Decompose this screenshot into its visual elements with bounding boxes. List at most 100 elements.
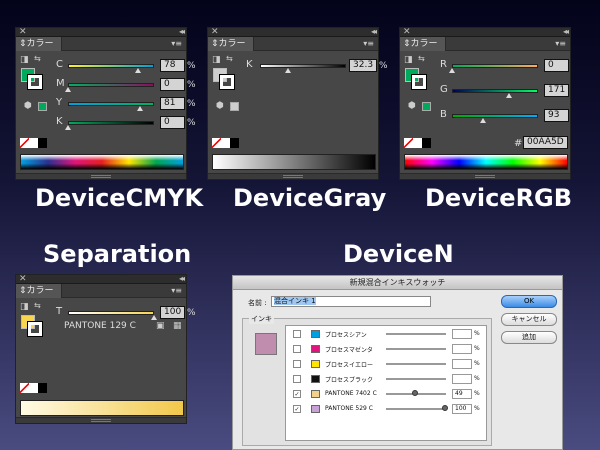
slider-m-thumb[interactable] xyxy=(65,87,71,92)
add-button[interactable]: 追加 xyxy=(501,331,557,344)
value-m[interactable]: 0 xyxy=(160,78,185,91)
none-white-black-swatches[interactable] xyxy=(20,383,48,393)
black-swatch[interactable] xyxy=(38,138,47,148)
white-swatch[interactable] xyxy=(413,138,422,148)
slider-y-thumb[interactable] xyxy=(137,106,143,111)
none-swatch[interactable] xyxy=(404,138,413,148)
ink-row-cyan[interactable]: プロセスシアン % xyxy=(286,328,486,341)
tint-ramp[interactable] xyxy=(20,400,184,416)
white-swatch[interactable] xyxy=(29,138,38,148)
none-swatch[interactable] xyxy=(20,383,29,393)
slider-b-thumb[interactable] xyxy=(480,118,486,123)
panel-menu-icon[interactable]: ▾≡ xyxy=(363,37,374,51)
gamut-swatch[interactable] xyxy=(422,102,431,111)
name-input[interactable]: 混合インキ 1 xyxy=(271,296,431,307)
ink-row-magenta[interactable]: プロセスマゼンタ % xyxy=(286,343,486,356)
tint-slider-thumb[interactable] xyxy=(151,315,157,320)
stroke-swatch[interactable] xyxy=(27,74,43,90)
panel-menu-icon[interactable]: ▾≡ xyxy=(171,37,182,51)
gamut-swatch[interactable] xyxy=(38,102,47,111)
slider-m[interactable] xyxy=(68,83,154,87)
tab-color[interactable]: ⇕カラー xyxy=(400,37,446,51)
rgb-spectrum-ramp[interactable] xyxy=(404,154,568,170)
ink-row-pantone-529[interactable]: ✓ PANTONE 529 C 100 % xyxy=(286,403,486,416)
value-g[interactable]: 171 xyxy=(544,84,569,97)
panel-menu-icon[interactable]: ▾≡ xyxy=(171,284,182,298)
ink-checkbox[interactable] xyxy=(293,375,301,383)
stroke-swatch[interactable] xyxy=(411,74,427,90)
resize-grip[interactable] xyxy=(283,175,303,178)
gamut-swatch[interactable] xyxy=(230,102,239,111)
ink-list[interactable]: プロセスシアン % プロセスマゼンタ % プロセスイエロー % プロセスブラック… xyxy=(285,325,487,441)
swap-icon[interactable]: ⇆ xyxy=(34,54,41,63)
slider-r[interactable] xyxy=(452,64,538,68)
ink-value[interactable] xyxy=(452,374,472,384)
ink-value[interactable] xyxy=(452,329,472,339)
none-white-black-swatches[interactable] xyxy=(20,138,48,148)
ink-slider-thumb[interactable] xyxy=(412,390,418,396)
out-of-gamut-icon[interactable]: ⬢ xyxy=(216,101,224,111)
fill-stroke-swatch[interactable] xyxy=(18,65,44,91)
panel-menu-icon[interactable]: ▾≡ xyxy=(555,37,566,51)
resize-grip[interactable] xyxy=(91,175,111,178)
value-c[interactable]: 78 xyxy=(160,59,185,72)
none-white-black-swatches[interactable] xyxy=(212,138,240,148)
black-swatch[interactable] xyxy=(422,138,431,148)
slider-c[interactable] xyxy=(68,64,154,68)
value-b[interactable]: 93 xyxy=(544,109,569,122)
none-swatch[interactable] xyxy=(212,138,221,148)
panel-titlebar[interactable]: ✕ ◂◂ xyxy=(16,27,186,37)
ink-slider-thumb[interactable] xyxy=(442,405,448,411)
ink-value[interactable] xyxy=(452,344,472,354)
black-swatch[interactable] xyxy=(230,138,239,148)
white-swatch[interactable] xyxy=(221,138,230,148)
fill-stroke-swatch[interactable] xyxy=(210,65,236,91)
out-of-gamut-icon[interactable]: ⬢ xyxy=(408,101,416,111)
hex-value-field[interactable]: 00AA5D xyxy=(523,136,568,149)
none-swatch[interactable] xyxy=(20,138,29,148)
ink-slider[interactable] xyxy=(386,378,446,380)
ink-checkbox[interactable] xyxy=(293,330,301,338)
value-y[interactable]: 81 xyxy=(160,97,185,110)
black-swatch[interactable] xyxy=(38,383,47,393)
default-colors-icon[interactable]: ◨ xyxy=(212,55,221,65)
tab-color[interactable]: ⇕カラー xyxy=(16,37,62,51)
out-of-gamut-icon[interactable]: ⬢ xyxy=(24,101,32,111)
ink-row-black[interactable]: プロセスブラック % xyxy=(286,373,486,386)
slider-c-thumb[interactable] xyxy=(135,68,141,73)
ink-slider[interactable] xyxy=(386,333,446,335)
ink-checkbox[interactable] xyxy=(293,360,301,368)
none-white-black-swatches[interactable] xyxy=(404,138,432,148)
ink-slider[interactable] xyxy=(386,348,446,350)
ink-row-yellow[interactable]: プロセスイエロー % xyxy=(286,358,486,371)
value-k[interactable]: 32.3 xyxy=(349,59,377,72)
tint-slider[interactable] xyxy=(68,311,154,315)
tint-value[interactable]: 100 xyxy=(160,306,185,319)
cmyk-convert-icon[interactable]: ▣ xyxy=(156,321,165,331)
resize-grip[interactable] xyxy=(475,175,495,178)
ink-value[interactable]: 49 xyxy=(452,389,472,399)
tab-color[interactable]: ⇕カラー xyxy=(16,284,62,298)
stroke-swatch[interactable] xyxy=(219,74,235,90)
default-colors-icon[interactable]: ◨ xyxy=(404,55,413,65)
swap-icon[interactable]: ⇆ xyxy=(34,301,41,310)
fill-stroke-swatch[interactable] xyxy=(18,312,44,338)
panel-titlebar[interactable]: ✕ ◂◂ xyxy=(400,27,570,37)
slider-r-thumb[interactable] xyxy=(449,68,455,73)
panel-titlebar[interactable]: ✕ ◂◂ xyxy=(208,27,378,37)
value-k[interactable]: 0 xyxy=(160,116,185,129)
fill-stroke-swatch[interactable] xyxy=(402,65,428,91)
ink-row-pantone-7402[interactable]: ✓ PANTONE 7402 C 49 % xyxy=(286,388,486,401)
stroke-swatch[interactable] xyxy=(27,321,43,337)
panel-titlebar[interactable]: ✕ ◂◂ xyxy=(16,274,186,284)
ink-checkbox[interactable]: ✓ xyxy=(293,405,301,413)
default-colors-icon[interactable]: ◨ xyxy=(20,302,29,312)
swap-icon[interactable]: ⇆ xyxy=(418,54,425,63)
ink-checkbox[interactable]: ✓ xyxy=(293,390,301,398)
value-r[interactable]: 0 xyxy=(544,59,569,72)
slider-k[interactable] xyxy=(68,121,154,125)
ink-slider[interactable] xyxy=(386,363,446,365)
ink-checkbox[interactable] xyxy=(293,345,301,353)
ink-value[interactable] xyxy=(452,359,472,369)
slider-g[interactable] xyxy=(452,89,538,93)
